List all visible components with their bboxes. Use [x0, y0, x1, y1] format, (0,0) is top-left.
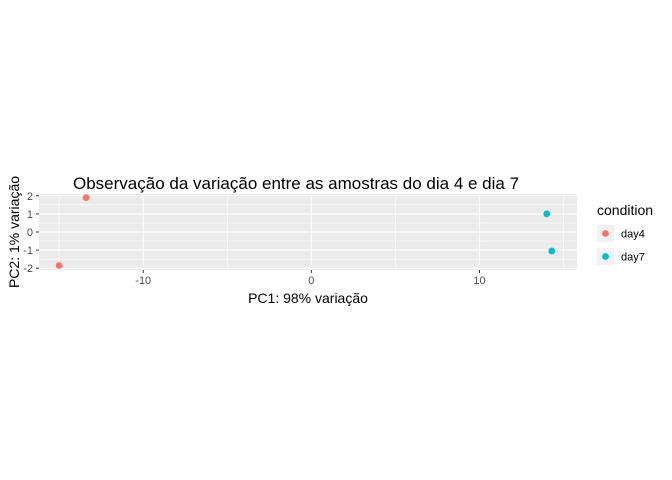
legend-label: day7 [621, 252, 645, 264]
data-point-day7 [543, 210, 551, 218]
x-axis-title: PC1: 98% variação [248, 290, 368, 306]
y-axis: -2 -1 0 1 2 [23, 191, 39, 275]
legend-key-day4 [602, 230, 609, 237]
y-tick-label: -2 [23, 263, 33, 275]
legend: condition day4 day7 [597, 202, 653, 265]
data-point-day7 [548, 247, 556, 255]
data-point-day4 [55, 262, 63, 269]
chart-title: Observação da variação entre as amostras… [73, 174, 519, 193]
x-tick-label: -10 [135, 275, 151, 287]
x-tick-label: 0 [308, 275, 314, 287]
y-tick-label: 0 [27, 227, 33, 239]
x-tick-label: 10 [473, 275, 485, 287]
y-tick-label: 2 [27, 191, 33, 203]
y-tick-label: 1 [27, 209, 33, 221]
y-axis-title: PC2: 1% variação [6, 176, 22, 288]
legend-key-day7 [602, 253, 609, 260]
data-point-day4 [82, 194, 90, 202]
y-tick-label: -1 [23, 245, 33, 257]
legend-label: day4 [621, 229, 645, 241]
x-axis: -10 0 10 [135, 270, 486, 287]
legend-title: condition [597, 202, 653, 218]
pca-chart: Observação da variação entre as amostras… [6, 174, 653, 306]
